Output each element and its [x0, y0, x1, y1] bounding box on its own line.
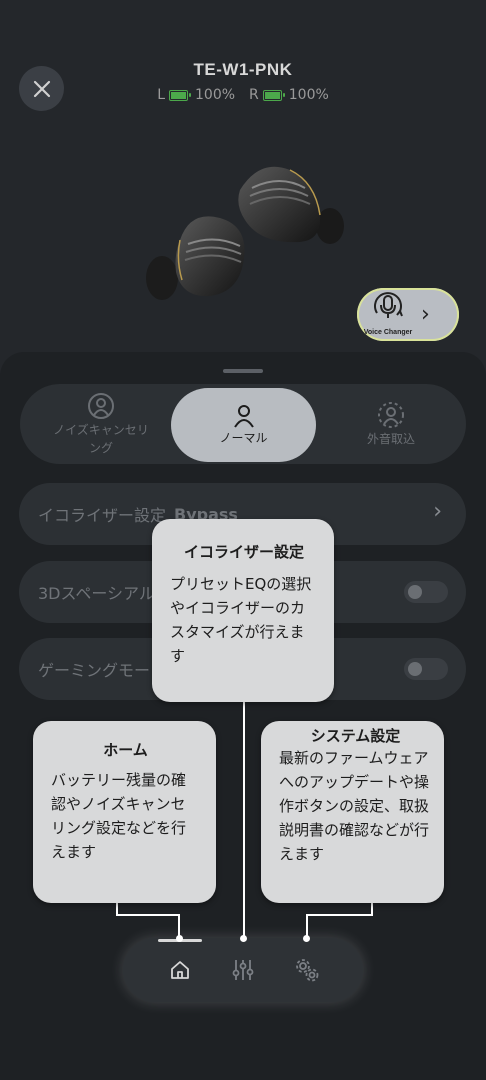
connector-dot	[176, 935, 183, 942]
battery-status: L 100% R 100%	[0, 87, 486, 103]
nav-settings-button[interactable]	[293, 956, 321, 984]
voice-changer-button[interactable]: Voice Changer ›	[357, 288, 459, 341]
left-battery: L 100%	[157, 87, 235, 103]
connector-line	[306, 914, 373, 916]
sheet-handle[interactable]	[223, 369, 263, 373]
connector-line	[243, 700, 245, 940]
battery-icon	[262, 89, 285, 101]
left-label: L	[157, 87, 165, 103]
normal-mode-icon	[233, 405, 254, 428]
system-tooltip: システム設定 最新のファームウェアへのアップデートや操作ボタンの設定、取扱説明書…	[261, 721, 444, 903]
ambient-icon	[378, 402, 404, 428]
equalizer-tooltip: イコライザー設定 プリセットEQの選択やイコライザーのカスタマイズが行えます	[152, 519, 334, 702]
tooltip-body: 最新のファームウェアへのアップデートや操作ボタンの設定、取扱説明書の確認などが行…	[279, 749, 430, 863]
tooltip-title: ホーム	[103, 741, 148, 759]
tooltip-body: バッテリー残量の確認やノイズキャンセリング設定などを行えます	[51, 771, 187, 861]
connector-dot	[240, 935, 247, 942]
mode-label: ノイズキャンセリ ング	[53, 423, 149, 455]
battery-icon	[169, 89, 191, 101]
tooltip-title: システム設定	[310, 727, 401, 745]
nav-home-button[interactable]	[166, 956, 194, 984]
settings-gears-icon	[296, 959, 319, 982]
home-tooltip: ホーム バッテリー残量の確認やノイズキャンセリング設定などを行えます	[33, 721, 216, 903]
tooltip-title: イコライザー設定	[183, 543, 304, 561]
toggle-knob	[408, 662, 422, 676]
mode-label: 外音取込	[366, 432, 415, 446]
voice-changer-icon-wrap: Voice Changer	[357, 288, 419, 341]
spatial-audio-toggle[interactable]	[404, 581, 448, 603]
home-icon	[171, 961, 189, 979]
equalizer-label: イコライザー設定	[38, 506, 167, 525]
mode-label: ノーマル	[219, 431, 268, 445]
nav-equalizer-button[interactable]	[229, 956, 257, 984]
mode-noise-cancel[interactable]: ノイズキャンセリ ング	[26, 384, 176, 464]
voice-changer-icon	[374, 292, 403, 318]
tooltip-body: プリセットEQの選択やイコライザーのカスタマイズが行えます	[170, 575, 312, 665]
chevron-right-icon: ›	[421, 301, 430, 327]
mode-ambient[interactable]: 外音取込	[316, 384, 466, 464]
gaming-mode-toggle[interactable]	[404, 658, 448, 680]
toggle-knob	[408, 585, 422, 599]
left-battery-percent: 100%	[195, 87, 236, 103]
right-battery: R 100%	[249, 87, 329, 103]
gaming-mode-label: ゲーミングモード	[38, 661, 167, 680]
mode-selector: ノイズキャンセリ ング ノーマル 外音取込	[20, 384, 466, 464]
connector-line	[116, 914, 180, 916]
device-name: TE-W1-PNK	[193, 60, 293, 79]
right-label: R	[249, 87, 259, 103]
noise-cancel-icon	[88, 393, 114, 419]
mode-normal[interactable]: ノーマル	[171, 388, 316, 462]
equalizer-sliders-icon	[232, 960, 254, 980]
voice-changer-label: Voice Changer	[363, 329, 413, 336]
chevron-right-icon: ›	[433, 499, 442, 524]
connector-dot	[303, 935, 310, 942]
earbuds-image	[146, 166, 344, 300]
right-battery-percent: 100%	[288, 87, 329, 103]
